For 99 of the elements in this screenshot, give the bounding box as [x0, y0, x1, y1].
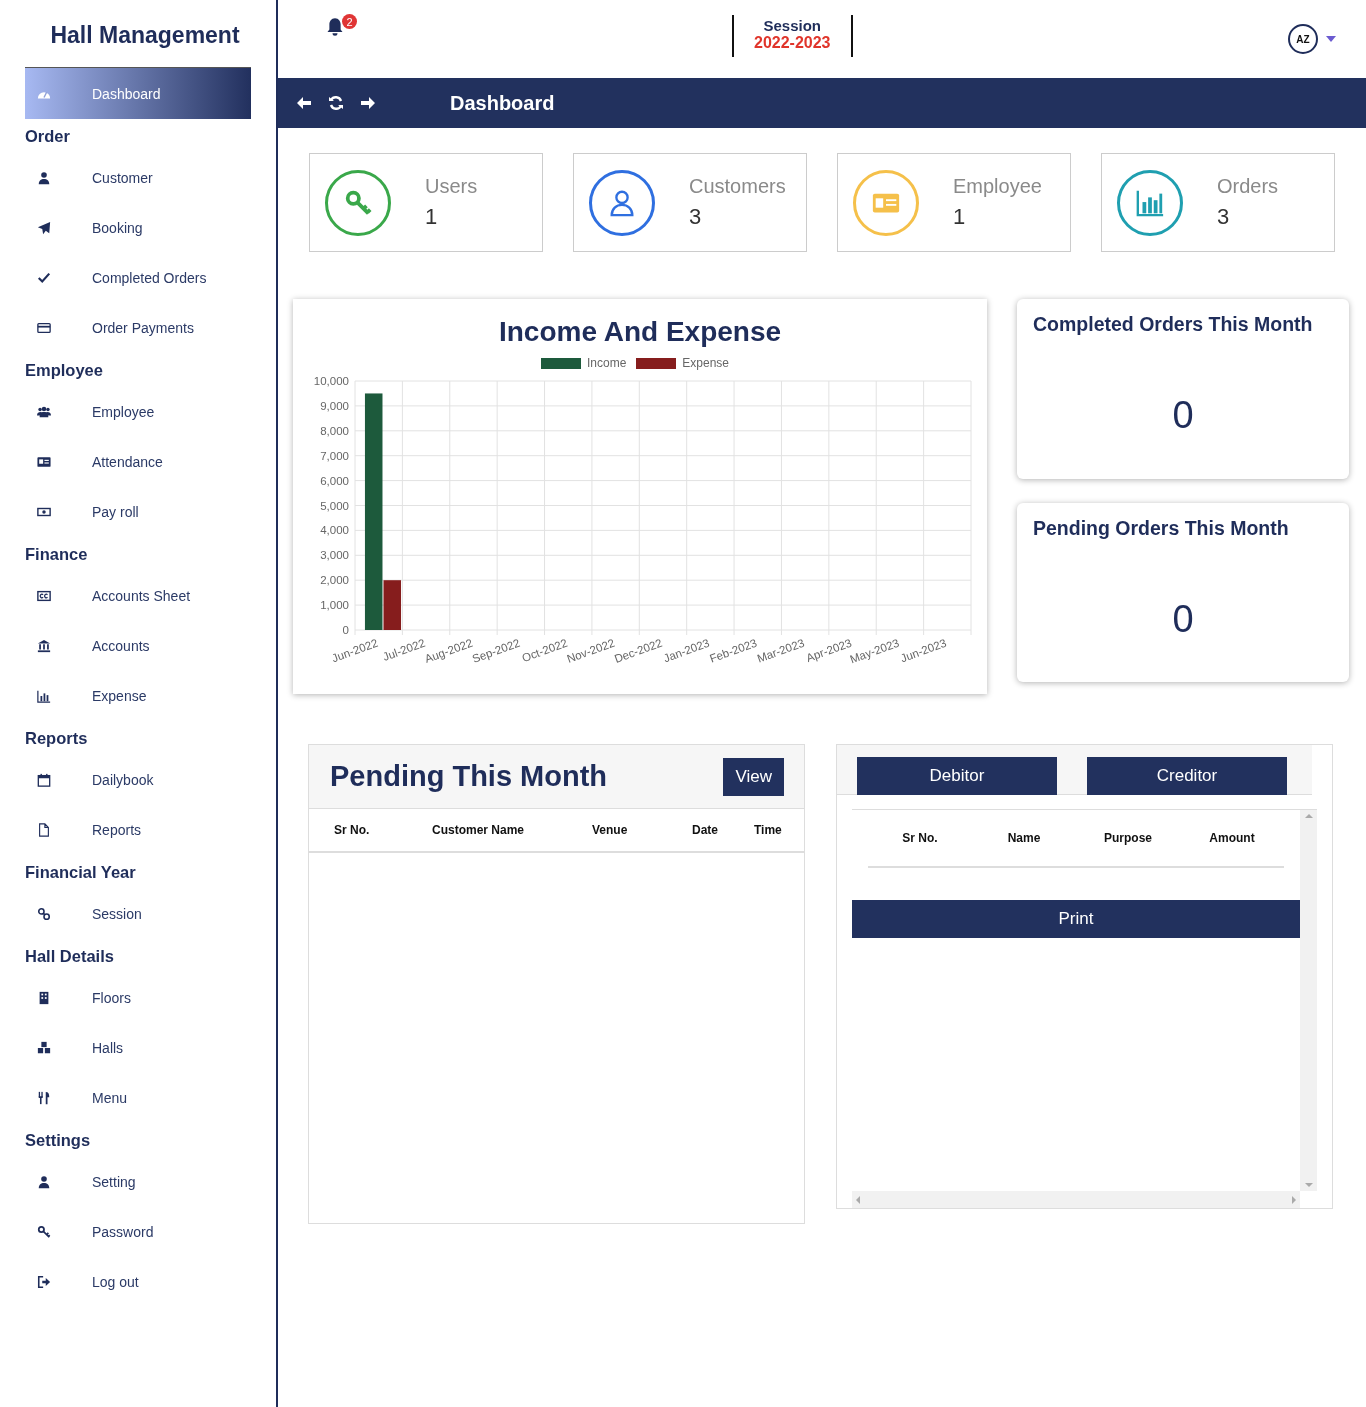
sidebar-item[interactable]: Dailybook — [25, 755, 251, 805]
calendar-icon — [37, 773, 51, 787]
sidebar-item[interactable]: Order Payments — [25, 303, 251, 353]
stat-value: 3 — [689, 204, 703, 230]
sidebar-item[interactable]: Reports — [25, 805, 251, 855]
sidebar-item[interactable]: Customer — [25, 153, 251, 203]
sidebar-item[interactable]: Floors — [25, 973, 251, 1023]
summary-value: 0 — [1171, 598, 1195, 641]
stat-value: 1 — [425, 204, 439, 230]
sidebar-item[interactable]: Dashboard — [25, 67, 251, 119]
stat-label: Orders — [1217, 175, 1279, 198]
sidebar-item[interactable]: Accounts — [25, 621, 251, 671]
sidebar-item[interactable]: Menu — [25, 1073, 251, 1123]
section-heading: Order — [25, 125, 71, 147]
notification-badge: 2 — [342, 14, 357, 29]
y-tick-label: 3,000 — [320, 549, 349, 562]
avatar-logo[interactable]: AZ — [1288, 24, 1318, 54]
stat-label: Employee — [953, 175, 1042, 198]
section-heading: Finance — [25, 543, 89, 565]
caret-icon[interactable] — [1326, 36, 1336, 42]
sidebar-item[interactable]: Expense — [25, 671, 251, 721]
sidebar-item[interactable]: Password — [25, 1207, 251, 1257]
back-arrow-icon[interactable] — [296, 95, 312, 111]
section-heading: Employee — [25, 359, 104, 381]
key-icon — [37, 1225, 51, 1239]
stat-label: Customers — [689, 175, 786, 198]
page-title: Dashboard — [450, 91, 555, 115]
utensils-icon — [37, 1091, 51, 1105]
user-icon — [37, 171, 51, 185]
column-header: Customer Name — [432, 823, 526, 837]
sidebar-item[interactable]: Attendance — [25, 437, 251, 487]
horizontal-scrollbar[interactable] — [852, 1191, 1300, 1208]
sidebar-item[interactable]: Pay roll — [25, 487, 251, 537]
y-tick-label: 2,000 — [320, 574, 349, 587]
stat-value: 3 — [1217, 204, 1231, 230]
cubes-icon — [37, 1041, 51, 1055]
sidebar-item[interactable]: Accounts Sheet — [25, 571, 251, 621]
ledger-button[interactable]: Debitor — [857, 757, 1057, 795]
refresh-icon[interactable] — [328, 95, 344, 111]
panel-title: Pending This Month — [330, 760, 608, 793]
forward-arrow-icon[interactable] — [360, 95, 376, 111]
summary-title: Pending Orders This Month — [1033, 517, 1290, 540]
user-icon — [37, 1175, 51, 1189]
column-header: Sr No. — [334, 823, 371, 837]
column-header: Time — [754, 823, 783, 837]
y-tick-label: 7,000 — [320, 449, 349, 462]
bar-chart-icon — [37, 689, 51, 703]
credit-card-icon — [37, 321, 51, 335]
users-icon — [37, 405, 51, 419]
y-tick-label: 8,000 — [320, 424, 349, 437]
bank-icon — [37, 639, 51, 653]
y-tick-label: 9,000 — [320, 399, 349, 412]
legend-label: Income — [586, 356, 627, 370]
column-header: Venue — [592, 823, 629, 837]
summary-title: Completed Orders This Month — [1033, 313, 1314, 336]
column-header: Name — [1007, 831, 1041, 845]
y-tick-label: 0 — [342, 624, 349, 636]
legend-label: Expense — [682, 356, 730, 370]
summary-value: 0 — [1171, 394, 1195, 437]
vertical-scrollbar[interactable] — [1300, 810, 1317, 1191]
sidebar-item[interactable]: Session — [25, 889, 251, 939]
banknote-icon — [37, 505, 51, 519]
building-icon — [37, 991, 51, 1005]
session-label: Session — [763, 17, 821, 34]
id-card-icon — [37, 455, 51, 469]
section-heading: Financial Year — [25, 861, 137, 883]
sidebar-item[interactable]: Employee — [25, 387, 251, 437]
sidebar-item[interactable]: Halls — [25, 1023, 251, 1073]
view-button[interactable]: View — [723, 757, 784, 796]
column-header: Sr No. — [902, 831, 938, 845]
notification-bell-icon[interactable] — [325, 16, 345, 38]
section-heading: Hall Details — [25, 945, 115, 967]
stat-label: Users — [425, 175, 478, 198]
section-heading: Reports — [25, 727, 89, 749]
file-icon — [37, 823, 51, 837]
ledger-button[interactable]: Creditor — [1087, 757, 1287, 795]
y-tick-label: 6,000 — [320, 474, 349, 487]
app-title: Hall Management — [49, 21, 241, 50]
column-header: Date — [692, 823, 719, 837]
y-tick-label: 10,000 — [313, 375, 349, 387]
logout-icon — [37, 1275, 51, 1289]
chart-title: Income And Expense — [498, 316, 782, 348]
sidebar-item[interactable]: Completed Orders — [25, 253, 251, 303]
column-header: Amount — [1209, 831, 1255, 845]
print-button[interactable]: Print — [852, 900, 1300, 938]
sidebar-item[interactable]: Booking — [25, 203, 251, 253]
y-tick-label: 4,000 — [320, 524, 349, 537]
section-heading: Settings — [25, 1129, 92, 1151]
paper-plane-icon — [37, 221, 51, 235]
session-value: 2022-2023 — [754, 34, 831, 52]
sidebar-item[interactable]: Log out — [25, 1257, 251, 1307]
card-icon — [37, 589, 51, 603]
link-icon — [37, 907, 51, 921]
sidebar-item[interactable]: Setting — [25, 1157, 251, 1207]
column-header: Purpose — [1104, 831, 1152, 845]
stat-value: 1 — [953, 204, 967, 230]
y-tick-label: 1,000 — [320, 599, 349, 612]
y-tick-label: 5,000 — [320, 499, 349, 512]
check-icon — [37, 271, 51, 285]
